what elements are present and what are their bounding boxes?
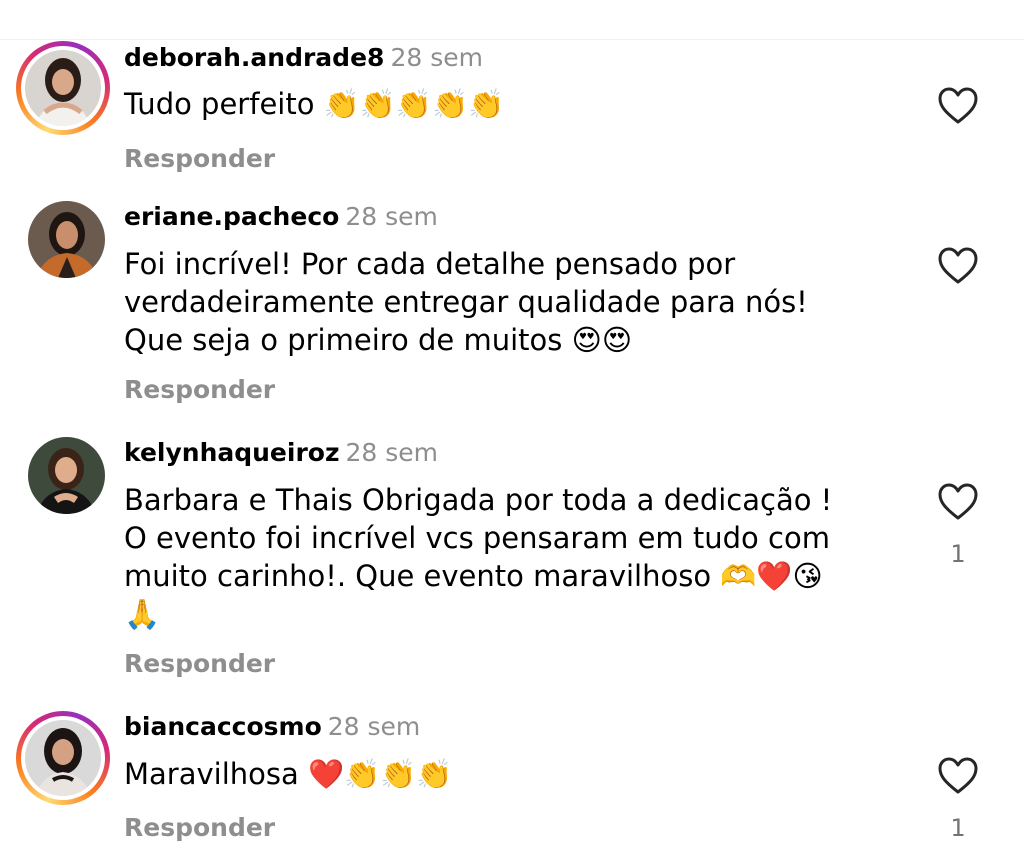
avatar-story-ring[interactable] [16, 41, 110, 135]
reply-button[interactable]: Responder [124, 649, 275, 679]
comment-username[interactable]: deborah.andrade8 [124, 43, 384, 72]
comment-text: Maravilhosa ❤️👏👏👏 [124, 757, 453, 791]
comment-header: biancaccosmo 28 sem [124, 712, 420, 742]
avatar[interactable] [28, 201, 105, 278]
avatar-wrap [16, 432, 110, 526]
comment-time: 28 sem [390, 43, 483, 72]
comment-text: Foi incrível! Por cada detalhe pensado p… [124, 247, 808, 357]
reply-button[interactable]: Responder [124, 144, 275, 174]
avatar-story-ring[interactable] [16, 711, 110, 805]
comment-text: Barbara e Thais Obrigada por toda a dedi… [124, 483, 833, 631]
comment-header: eriane.pacheco 28 sem [124, 202, 438, 232]
heart-outline-icon[interactable] [937, 246, 979, 286]
comment-username[interactable]: biancaccosmo [124, 712, 322, 741]
comment-time: 28 sem [327, 712, 421, 741]
comment-time: 28 sem [345, 438, 439, 467]
heart-outline-icon[interactable] [937, 86, 979, 126]
reply-button[interactable]: Responder [124, 813, 275, 843]
comment-username[interactable]: kelynhaqueiroz [124, 438, 340, 467]
comment-header: kelynhaqueiroz 28 sem [124, 438, 438, 468]
comment-time: 28 sem [345, 202, 438, 231]
avatar[interactable] [25, 50, 101, 126]
heart-outline-icon[interactable] [937, 482, 979, 522]
like-count[interactable]: 1 [948, 814, 968, 842]
like-count[interactable]: 1 [948, 540, 968, 568]
comment-text: Tudo perfeito 👏👏👏👏👏 [124, 87, 505, 121]
avatar[interactable] [25, 720, 101, 796]
reply-button[interactable]: Responder [124, 375, 275, 405]
avatar-wrap [16, 196, 110, 290]
heart-outline-icon[interactable] [937, 756, 979, 796]
comment-header: deborah.andrade8 28 sem [124, 43, 483, 73]
comment-username[interactable]: eriane.pacheco [124, 202, 339, 231]
top-divider [0, 39, 1024, 40]
avatar[interactable] [28, 437, 105, 514]
